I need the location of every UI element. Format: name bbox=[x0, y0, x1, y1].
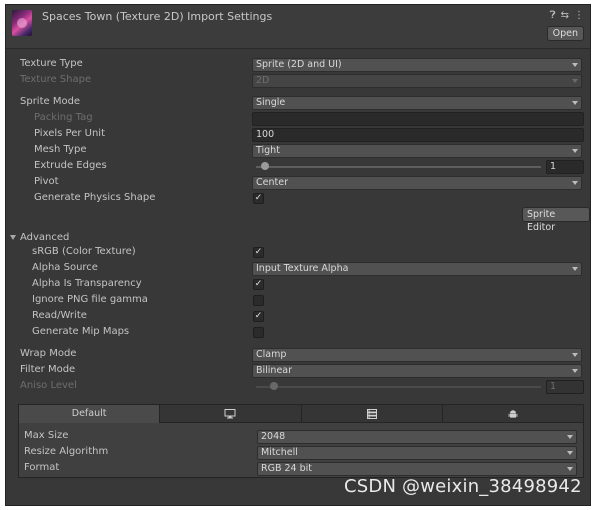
texture-type-row: Texture Type Sprite (2D and UI) bbox=[6, 57, 590, 73]
tab-server[interactable] bbox=[301, 405, 443, 423]
extrude-edges-row: Extrude Edges 1 bbox=[6, 159, 590, 175]
filter-mode-label: Filter Mode bbox=[20, 364, 76, 375]
foldout-arrow-icon bbox=[10, 235, 16, 240]
mesh-type-label: Mesh Type bbox=[34, 144, 87, 155]
tab-default[interactable]: Default bbox=[19, 405, 161, 423]
alpha-transparency-row: Alpha Is Transparency ✓ bbox=[6, 277, 590, 293]
packing-tag-row: Packing Tag bbox=[6, 111, 590, 127]
sprite-mode-label: Sprite Mode bbox=[20, 96, 81, 107]
resize-algorithm-dropdown[interactable]: Mitchell bbox=[257, 446, 577, 460]
max-size-row: Max Size 2048 bbox=[19, 429, 583, 445]
mesh-type-row: Mesh Type Tight bbox=[6, 143, 590, 159]
aniso-level-label: Aniso Level bbox=[20, 380, 77, 391]
wrap-mode-row: Wrap Mode Clamp bbox=[6, 347, 590, 363]
platform-settings: Default Max Size 2048 Resize Algorithm M… bbox=[18, 404, 584, 478]
chevron-down-icon bbox=[572, 79, 578, 83]
alpha-transparency-label: Alpha Is Transparency bbox=[32, 278, 142, 289]
inspector-title: Spaces Town (Texture 2D) Import Settings bbox=[42, 10, 273, 23]
texture-shape-label: Texture Shape bbox=[20, 74, 92, 85]
texture-shape-dropdown: 2D bbox=[252, 74, 582, 88]
preset-icon[interactable]: ⇆ bbox=[561, 10, 569, 21]
filter-mode-dropdown[interactable]: Bilinear bbox=[252, 364, 582, 378]
mip-maps-label: Generate Mip Maps bbox=[32, 326, 130, 337]
pivot-row: Pivot Center bbox=[6, 175, 590, 191]
srgb-row: sRGB (Color Texture) ✓ bbox=[6, 245, 590, 261]
import-settings-panel: Spaces Town (Texture 2D) Import Settings… bbox=[5, 4, 591, 506]
android-icon bbox=[508, 410, 518, 418]
read-write-label: Read/Write bbox=[32, 310, 87, 321]
wrap-mode-label: Wrap Mode bbox=[20, 348, 77, 359]
alpha-source-row: Alpha Source Input Texture Alpha bbox=[6, 261, 590, 277]
ignore-gamma-checkbox[interactable] bbox=[253, 295, 264, 306]
resize-algorithm-label: Resize Algorithm bbox=[24, 446, 109, 457]
chevron-down-icon bbox=[572, 101, 578, 105]
chevron-down-icon bbox=[572, 369, 578, 373]
generate-physics-row: Generate Physics Shape ✓ bbox=[6, 191, 590, 207]
max-size-label: Max Size bbox=[24, 430, 69, 441]
help-icon[interactable]: ❓︎ bbox=[550, 10, 556, 21]
pivot-dropdown[interactable]: Center bbox=[252, 176, 582, 190]
ignore-gamma-label: Ignore PNG file gamma bbox=[32, 294, 148, 305]
alpha-source-label: Alpha Source bbox=[32, 262, 98, 273]
chevron-down-icon bbox=[572, 63, 578, 67]
chevron-down-icon bbox=[572, 353, 578, 357]
filter-mode-row: Filter Mode Bilinear bbox=[6, 363, 590, 379]
texture-type-dropdown[interactable]: Sprite (2D and UI) bbox=[252, 58, 582, 72]
sprite-mode-dropdown[interactable]: Single bbox=[252, 96, 582, 110]
server-icon bbox=[366, 409, 377, 419]
watermark: CSDN @weixin_38498942 bbox=[344, 476, 582, 497]
mip-maps-checkbox[interactable] bbox=[253, 327, 264, 338]
generate-physics-checkbox[interactable]: ✓ bbox=[253, 193, 264, 204]
alpha-source-dropdown[interactable]: Input Texture Alpha bbox=[252, 262, 582, 276]
aniso-value-field: 1 bbox=[546, 380, 584, 394]
pixels-per-unit-row: Pixels Per Unit 100 bbox=[6, 127, 590, 143]
sprite-editor-button[interactable]: Sprite Editor bbox=[522, 207, 590, 233]
texture-shape-row: Texture Shape 2D bbox=[6, 73, 590, 89]
generate-physics-label: Generate Physics Shape bbox=[34, 192, 156, 203]
open-button[interactable]: Open bbox=[546, 26, 584, 41]
extrude-slider-handle[interactable] bbox=[260, 162, 269, 170]
chevron-down-icon bbox=[567, 435, 573, 439]
extrude-edges-label: Extrude Edges bbox=[34, 160, 107, 171]
aniso-level-row: Aniso Level 1 bbox=[6, 379, 590, 395]
format-dropdown[interactable]: RGB 24 bit bbox=[257, 462, 577, 476]
srgb-checkbox[interactable]: ✓ bbox=[253, 247, 264, 258]
chevron-down-icon bbox=[572, 267, 578, 271]
tab-standalone[interactable] bbox=[160, 405, 302, 423]
chevron-down-icon bbox=[567, 451, 573, 455]
texture-type-label: Texture Type bbox=[20, 58, 83, 69]
inspector-header: Spaces Town (Texture 2D) Import Settings… bbox=[6, 5, 590, 49]
tab-android[interactable] bbox=[442, 405, 583, 423]
packing-tag-input[interactable] bbox=[252, 112, 584, 126]
pivot-label: Pivot bbox=[34, 176, 59, 187]
alpha-transparency-checkbox[interactable]: ✓ bbox=[253, 279, 264, 290]
format-label: Format bbox=[24, 462, 60, 473]
menu-icon[interactable]: ⋮ bbox=[574, 10, 584, 21]
read-write-row: Read/Write ✓ bbox=[6, 309, 590, 325]
resize-algorithm-row: Resize Algorithm Mitchell bbox=[19, 445, 583, 461]
srgb-label: sRGB (Color Texture) bbox=[32, 246, 136, 257]
pixels-per-unit-label: Pixels Per Unit bbox=[34, 128, 105, 139]
texture-thumbnail bbox=[12, 10, 32, 36]
advanced-label: Advanced bbox=[20, 232, 70, 243]
monitor-icon bbox=[224, 409, 236, 419]
max-size-dropdown[interactable]: 2048 bbox=[257, 430, 577, 444]
wrap-mode-dropdown[interactable]: Clamp bbox=[252, 348, 582, 362]
mip-maps-row: Generate Mip Maps bbox=[6, 325, 590, 341]
packing-tag-label: Packing Tag bbox=[34, 112, 93, 123]
pixels-per-unit-input[interactable]: 100 bbox=[252, 128, 584, 142]
aniso-slider-track bbox=[256, 386, 541, 388]
extrude-value-field[interactable]: 1 bbox=[546, 160, 584, 174]
format-row: Format RGB 24 bit bbox=[19, 461, 583, 477]
sprite-mode-row: Sprite Mode Single bbox=[6, 95, 590, 111]
chevron-down-icon bbox=[572, 149, 578, 153]
ignore-gamma-row: Ignore PNG file gamma bbox=[6, 293, 590, 309]
platform-tabs: Default bbox=[19, 405, 583, 423]
mesh-type-dropdown[interactable]: Tight bbox=[252, 144, 582, 158]
chevron-down-icon bbox=[572, 181, 578, 185]
aniso-slider-handle bbox=[269, 382, 278, 390]
read-write-checkbox[interactable]: ✓ bbox=[253, 311, 264, 322]
extrude-slider-track[interactable] bbox=[256, 166, 541, 168]
chevron-down-icon bbox=[567, 467, 573, 471]
